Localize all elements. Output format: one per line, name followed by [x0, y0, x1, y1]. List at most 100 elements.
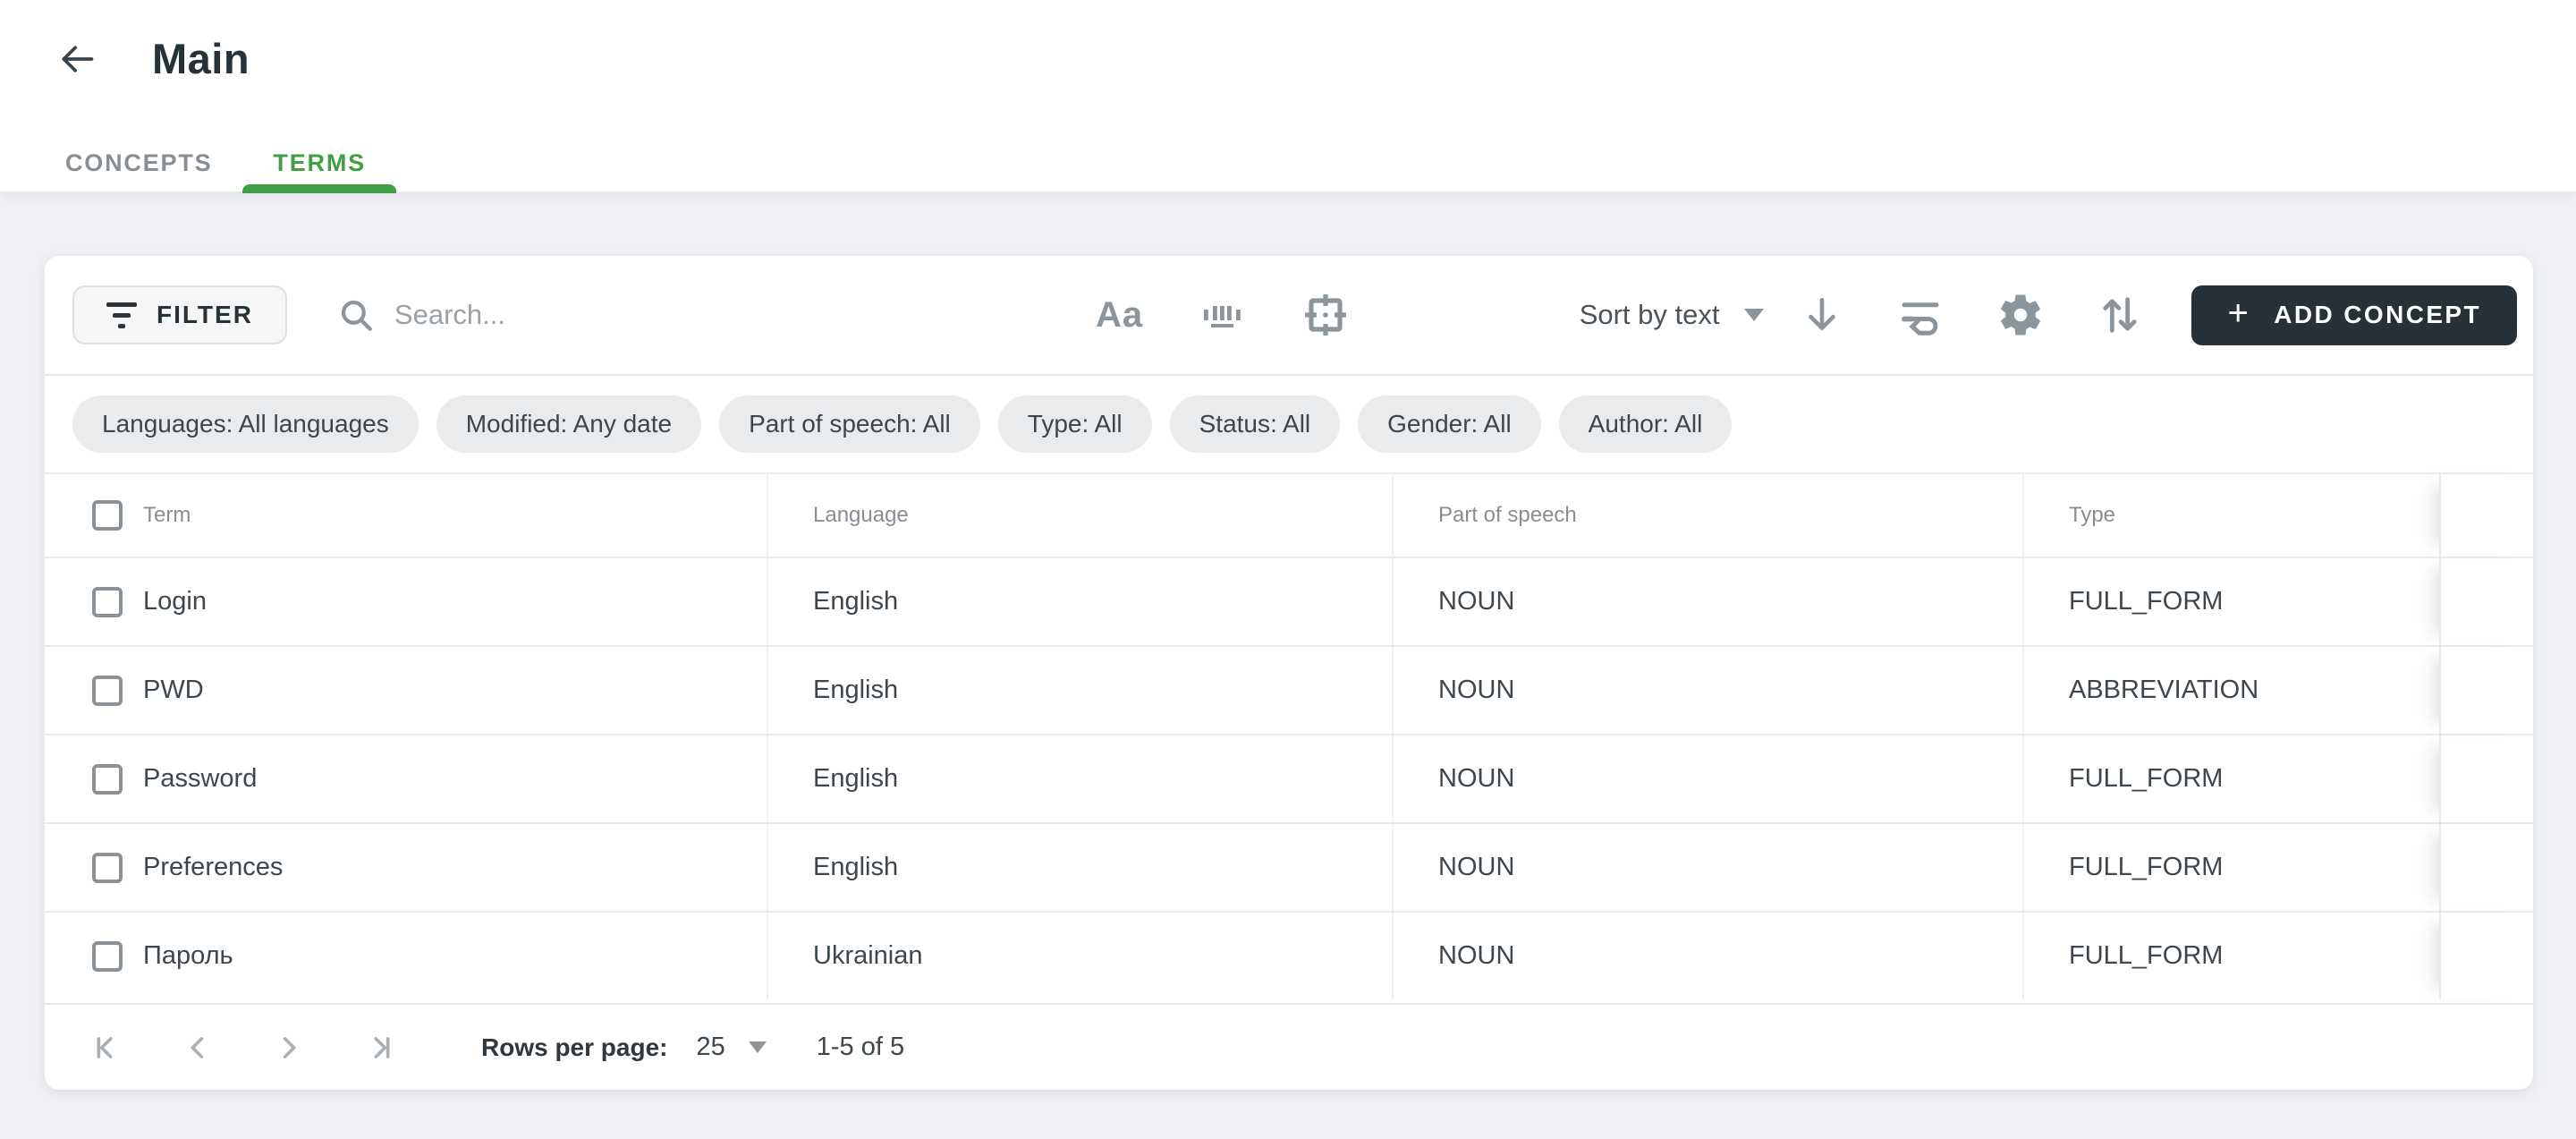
chip-languages-label: Languages: All languages [102, 410, 389, 438]
rows-per-page-select[interactable]: 25 [696, 1033, 766, 1062]
filter-icon [106, 302, 137, 328]
add-concept-button[interactable]: + ADD CONCEPT [2191, 285, 2517, 345]
chip-languages[interactable]: Languages: All languages [72, 395, 419, 453]
chip-modified-label: Modified: Any date [466, 410, 672, 438]
table-header-row: Term Language Part of speech Type [45, 474, 2533, 557]
import-export-button[interactable] [2097, 292, 2143, 338]
chip-type-label: Type: All [1028, 410, 1123, 438]
row-checkbox[interactable] [92, 853, 123, 883]
row-checkbox[interactable] [92, 587, 123, 617]
chip-author[interactable]: Author: All [1559, 395, 1733, 453]
cell-pos: NOUN [1392, 558, 2022, 645]
row-checkbox[interactable] [92, 676, 123, 706]
last-page-icon [360, 1030, 395, 1066]
chip-type[interactable]: Type: All [998, 395, 1152, 453]
previous-page-button[interactable] [177, 1026, 220, 1069]
back-button[interactable] [54, 36, 100, 82]
table-row[interactable]: PWD English NOUN ABBREVIATION [45, 645, 2533, 734]
cell-type: ABBREVIATION [2022, 647, 2439, 734]
filter-chips-row: Languages: All languages Modified: Any d… [45, 376, 2533, 474]
cell-pos: NOUN [1392, 735, 2022, 822]
arrow-left-icon [57, 39, 97, 79]
chip-author-label: Author: All [1589, 410, 1703, 438]
scan-frame-icon [1301, 290, 1351, 340]
table-row[interactable]: Login English NOUN FULL_FORM [45, 557, 2533, 645]
add-concept-label: ADD CONCEPT [2274, 301, 2481, 329]
chip-part-of-speech-label: Part of speech: All [749, 410, 951, 438]
table-row[interactable]: Password English NOUN FULL_FORM [45, 734, 2533, 822]
column-header-type: Type [2022, 474, 2439, 557]
next-page-button[interactable] [267, 1026, 309, 1069]
gear-icon [1996, 291, 2045, 339]
chevron-right-icon [270, 1030, 306, 1066]
cell-type: FULL_FORM [2022, 824, 2439, 911]
chip-gender-label: Gender: All [1387, 410, 1512, 438]
tab-terms-label: TERMS [273, 149, 366, 177]
match-case-button[interactable]: Aa [1096, 295, 1143, 336]
cell-term: Password [143, 735, 767, 822]
table-row[interactable]: Preferences English NOUN FULL_FORM [45, 822, 2533, 911]
cell-actions [2439, 735, 2532, 822]
import-export-icon [2097, 292, 2143, 338]
barcode-button[interactable] [1199, 292, 1245, 338]
row-select-cell [45, 913, 143, 999]
pagination-range: 1-5 of 5 [817, 1033, 904, 1062]
search-option-icons: Aa [1096, 256, 1351, 374]
cell-actions [2439, 824, 2532, 911]
chip-part-of-speech[interactable]: Part of speech: All [719, 395, 980, 453]
arrow-down-icon [1800, 293, 1844, 337]
tab-concepts[interactable]: CONCEPTS [35, 134, 242, 191]
header-select-cell [45, 474, 143, 557]
row-checkbox[interactable] [92, 764, 123, 795]
cell-term: Preferences [143, 824, 767, 911]
cell-pos: NOUN [1392, 913, 2022, 999]
row-select-cell [45, 735, 143, 822]
cell-language: English [767, 735, 1392, 822]
plus-icon: + [2227, 295, 2250, 331]
cell-term: Пароль [143, 913, 767, 999]
sort-direction-button[interactable] [1800, 293, 1844, 337]
tab-terms[interactable]: TERMS [242, 134, 396, 191]
settings-button[interactable] [1996, 291, 2045, 339]
row-checkbox[interactable] [92, 941, 123, 972]
cell-actions [2439, 913, 2532, 999]
select-all-checkbox[interactable] [92, 500, 123, 531]
cell-language: Ukrainian [767, 913, 1392, 999]
row-select-cell [45, 558, 143, 645]
barcode-icon [1199, 292, 1245, 338]
chevron-down-icon [749, 1041, 767, 1053]
first-page-icon [91, 1030, 127, 1066]
chip-status-label: Status: All [1199, 410, 1311, 438]
cell-pos: NOUN [1392, 824, 2022, 911]
chevron-left-icon [181, 1030, 216, 1066]
sort-select[interactable]: Sort by text [1580, 299, 1765, 331]
active-tab-indicator [242, 184, 396, 193]
row-select-cell [45, 647, 143, 734]
chevron-down-icon [1744, 309, 1764, 321]
toolbar: FILTER Search... Aa [45, 256, 2533, 376]
toolbar-right-group: Sort by text [1580, 256, 2517, 374]
row-select-cell [45, 824, 143, 911]
chip-gender[interactable]: Gender: All [1358, 395, 1541, 453]
first-page-button[interactable] [88, 1026, 131, 1069]
rows-per-page-label: Rows per page: [481, 1033, 667, 1062]
wrap-text-button[interactable] [1896, 291, 1945, 339]
table-row[interactable]: Пароль Ukrainian NOUN FULL_FORM [45, 911, 2533, 999]
cell-actions [2439, 558, 2532, 645]
cell-pos: NOUN [1392, 647, 2022, 734]
scan-frame-button[interactable] [1301, 290, 1351, 340]
cell-type: FULL_FORM [2022, 558, 2439, 645]
match-case-icon: Aa [1096, 295, 1143, 336]
chip-status[interactable]: Status: All [1170, 395, 1341, 453]
cell-language: English [767, 824, 1392, 911]
filter-button[interactable]: FILTER [72, 285, 287, 344]
terms-table: Term Language Part of speech Type Login … [45, 474, 2533, 1003]
search-input[interactable]: Search... [337, 296, 505, 334]
last-page-button[interactable] [356, 1026, 399, 1069]
tab-bar: CONCEPTS TERMS [35, 134, 396, 191]
chip-modified[interactable]: Modified: Any date [436, 395, 701, 453]
rows-per-page-value: 25 [696, 1033, 724, 1062]
cell-term: Login [143, 558, 767, 645]
cell-term: PWD [143, 647, 767, 734]
cell-actions [2439, 647, 2532, 734]
